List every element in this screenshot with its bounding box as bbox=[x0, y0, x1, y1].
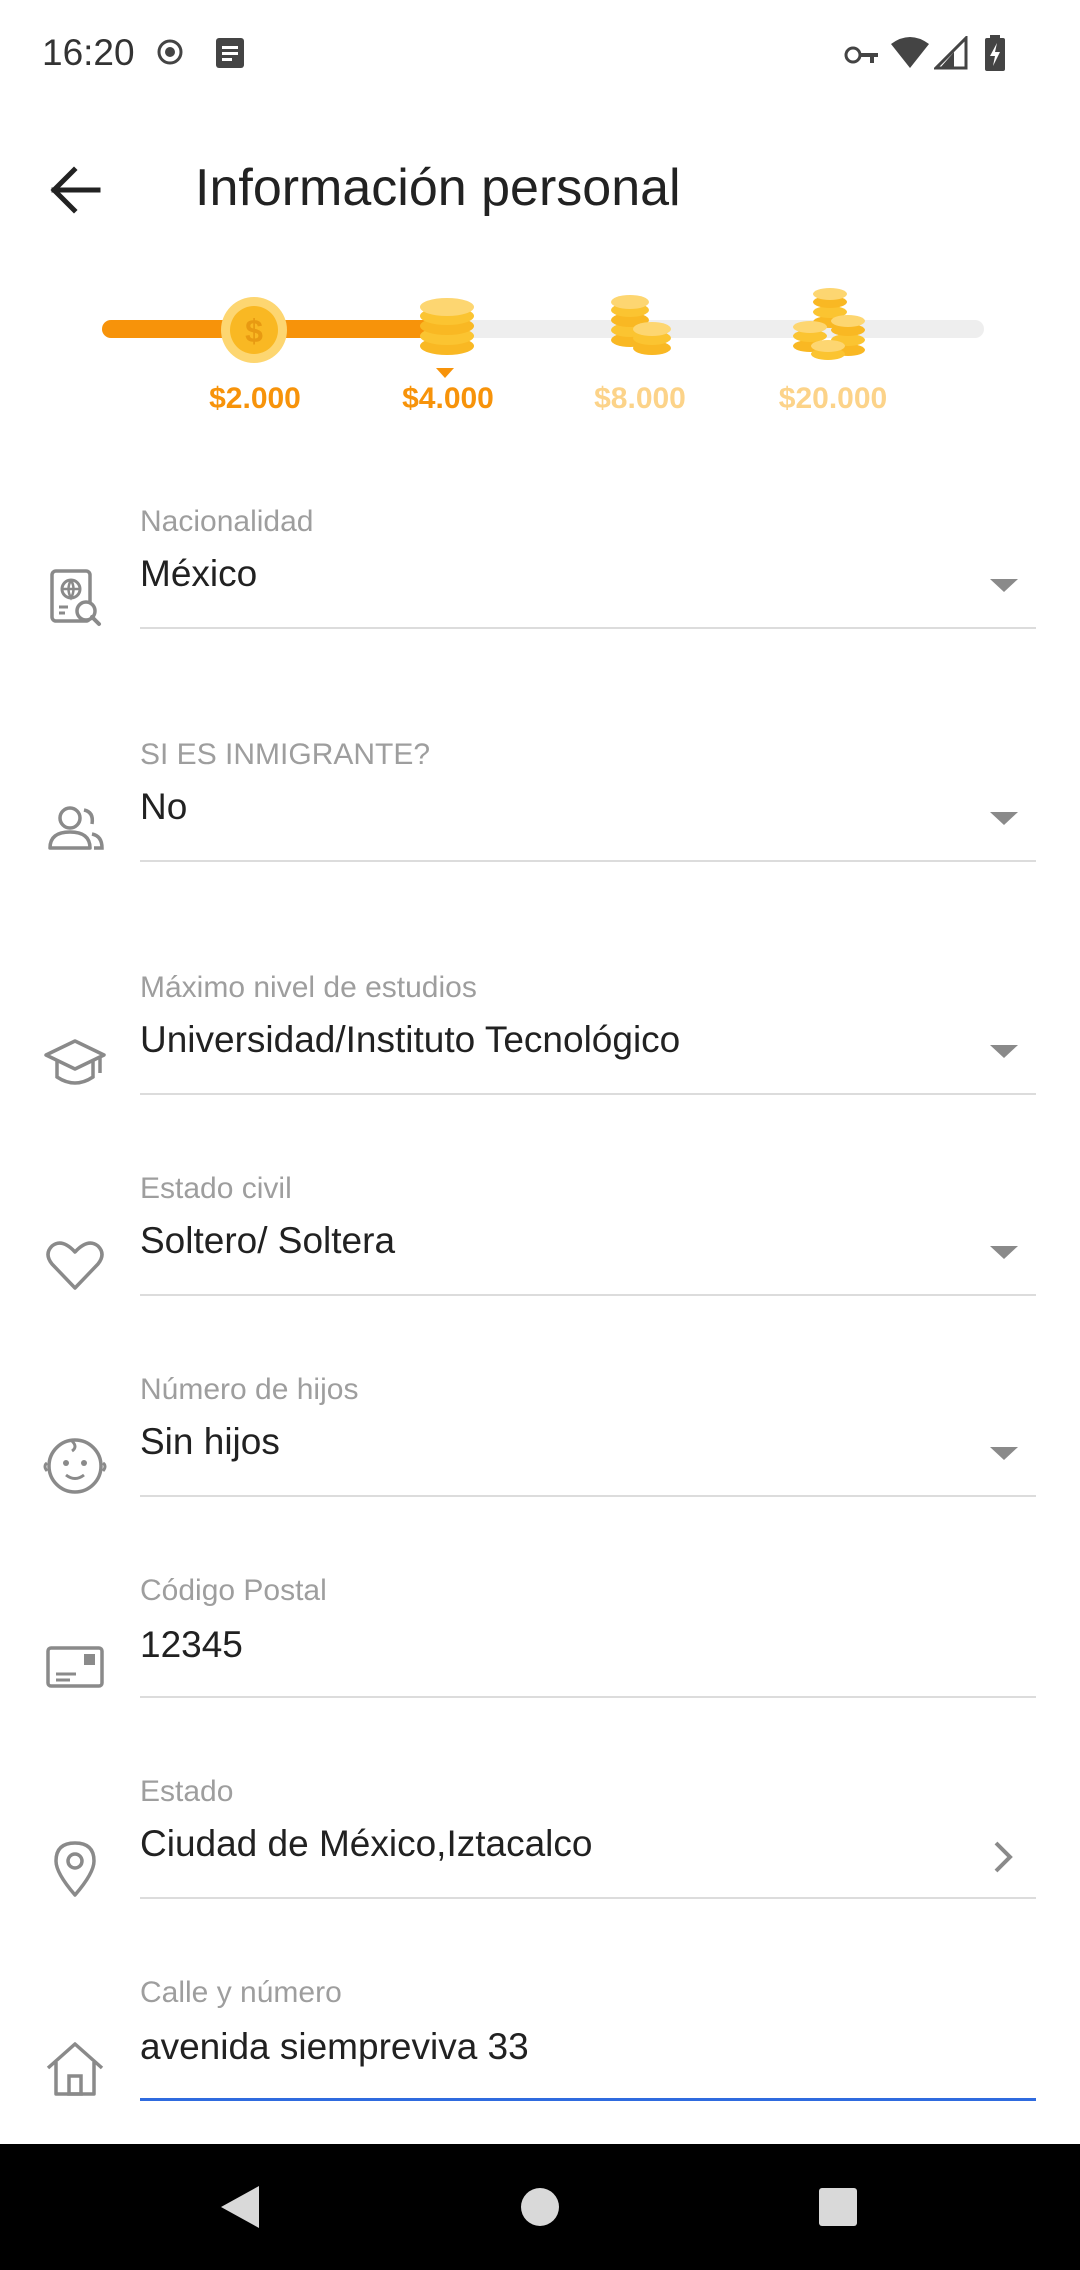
record-icon bbox=[157, 39, 183, 65]
system-nav-bar bbox=[0, 2144, 1080, 2270]
estado-label: Estado bbox=[140, 1775, 234, 1808]
svg-text:$: $ bbox=[245, 313, 263, 349]
hijos-select[interactable]: Sin hijos bbox=[140, 1421, 280, 1463]
calle-field[interactable]: Calle y número bbox=[0, 1976, 1080, 2116]
field-underline bbox=[140, 860, 1036, 862]
dropdown-caret-icon[interactable] bbox=[990, 812, 1018, 825]
dropdown-caret-icon[interactable] bbox=[990, 1246, 1018, 1259]
field-underline bbox=[140, 1495, 1036, 1497]
people-icon bbox=[48, 806, 104, 850]
heart-icon bbox=[46, 1241, 104, 1290]
passport-search-icon bbox=[50, 569, 101, 626]
field-underline bbox=[140, 627, 1036, 629]
coin-pile-icon bbox=[793, 288, 865, 360]
field-underline bbox=[140, 1093, 1036, 1095]
codigo-postal-input[interactable] bbox=[140, 1618, 1020, 1672]
graduation-cap-icon bbox=[44, 1039, 106, 1085]
inmigrante-field[interactable]: SI ES INMIGRANTE? No bbox=[0, 738, 1080, 878]
dropdown-caret-icon[interactable] bbox=[990, 1045, 1018, 1058]
coin-dollar-icon: $ bbox=[221, 297, 287, 363]
estudios-field[interactable]: Máximo nivel de estudios Universidad/Ins… bbox=[0, 971, 1080, 1111]
home-icon bbox=[46, 2042, 104, 2096]
nacionalidad-select[interactable]: México bbox=[140, 553, 257, 595]
vpn-key-icon bbox=[844, 46, 878, 64]
tier-label-2: $4.000 bbox=[402, 382, 494, 415]
status-time: 16:20 bbox=[42, 32, 135, 73]
baby-face-icon bbox=[43, 1438, 107, 1494]
page-title: Información personal bbox=[195, 159, 681, 217]
app-bar: Información personal bbox=[0, 110, 1080, 270]
chevron-right-icon[interactable] bbox=[988, 1837, 1018, 1877]
current-tier-pointer bbox=[436, 368, 454, 378]
recents-square-icon[interactable] bbox=[803, 2172, 873, 2242]
nacionalidad-field[interactable]: Nacionalidad México bbox=[0, 505, 1080, 645]
codigo-postal-field[interactable]: Código Postal bbox=[0, 1574, 1080, 1714]
estudios-select[interactable]: Universidad/Instituto Tecnológico bbox=[140, 1019, 680, 1061]
back-triangle-icon[interactable] bbox=[205, 2172, 275, 2242]
dropdown-caret-icon[interactable] bbox=[990, 579, 1018, 592]
tier-label-3: $8.000 bbox=[594, 382, 686, 415]
field-underline bbox=[140, 1696, 1036, 1698]
calle-label: Calle y número bbox=[140, 1976, 342, 2009]
dropdown-caret-icon[interactable] bbox=[990, 1447, 1018, 1460]
estado-civil-select[interactable]: Soltero/ Soltera bbox=[140, 1220, 395, 1262]
coin-stack-icon bbox=[420, 298, 474, 355]
estudios-label: Máximo nivel de estudios bbox=[140, 971, 477, 1004]
nacionalidad-label: Nacionalidad bbox=[140, 505, 314, 538]
status-bar: 16:20 bbox=[0, 0, 1080, 110]
tier-label-1: $2.000 bbox=[209, 382, 301, 415]
calle-input[interactable] bbox=[140, 2020, 1020, 2074]
estado-select[interactable]: Ciudad de México,Iztacalco bbox=[140, 1823, 592, 1865]
arrow-left-icon[interactable] bbox=[36, 150, 116, 230]
battery-charging-icon bbox=[985, 35, 1005, 71]
field-underline bbox=[140, 1294, 1036, 1296]
signal-icon bbox=[934, 36, 968, 70]
estado-civil-field[interactable]: Estado civil Soltero/ Soltera bbox=[0, 1172, 1080, 1312]
field-underline-active bbox=[140, 2098, 1036, 2101]
inmigrante-select[interactable]: No bbox=[140, 786, 187, 828]
postcard-icon bbox=[46, 1646, 104, 1688]
inmigrante-label: SI ES INMIGRANTE? bbox=[140, 738, 431, 771]
tier-label-4: $20.000 bbox=[778, 382, 888, 415]
location-pin-icon bbox=[54, 1841, 96, 1897]
field-underline bbox=[140, 1897, 1036, 1899]
codigo-postal-label: Código Postal bbox=[140, 1574, 327, 1607]
estado-field[interactable]: Estado Ciudad de México,Iztacalco bbox=[0, 1775, 1080, 1915]
hijos-label: Número de hijos bbox=[140, 1373, 359, 1406]
notes-icon bbox=[216, 38, 244, 68]
hijos-field[interactable]: Número de hijos Sin hijos bbox=[0, 1373, 1080, 1513]
home-circle-icon[interactable] bbox=[505, 2172, 575, 2242]
wifi-icon bbox=[891, 37, 929, 68]
estado-civil-label: Estado civil bbox=[140, 1172, 292, 1205]
reward-tier-progress: $ $2.000 $4.000 $8.000 $20.000 bbox=[0, 270, 1080, 440]
coin-stacks-icon bbox=[611, 295, 671, 355]
